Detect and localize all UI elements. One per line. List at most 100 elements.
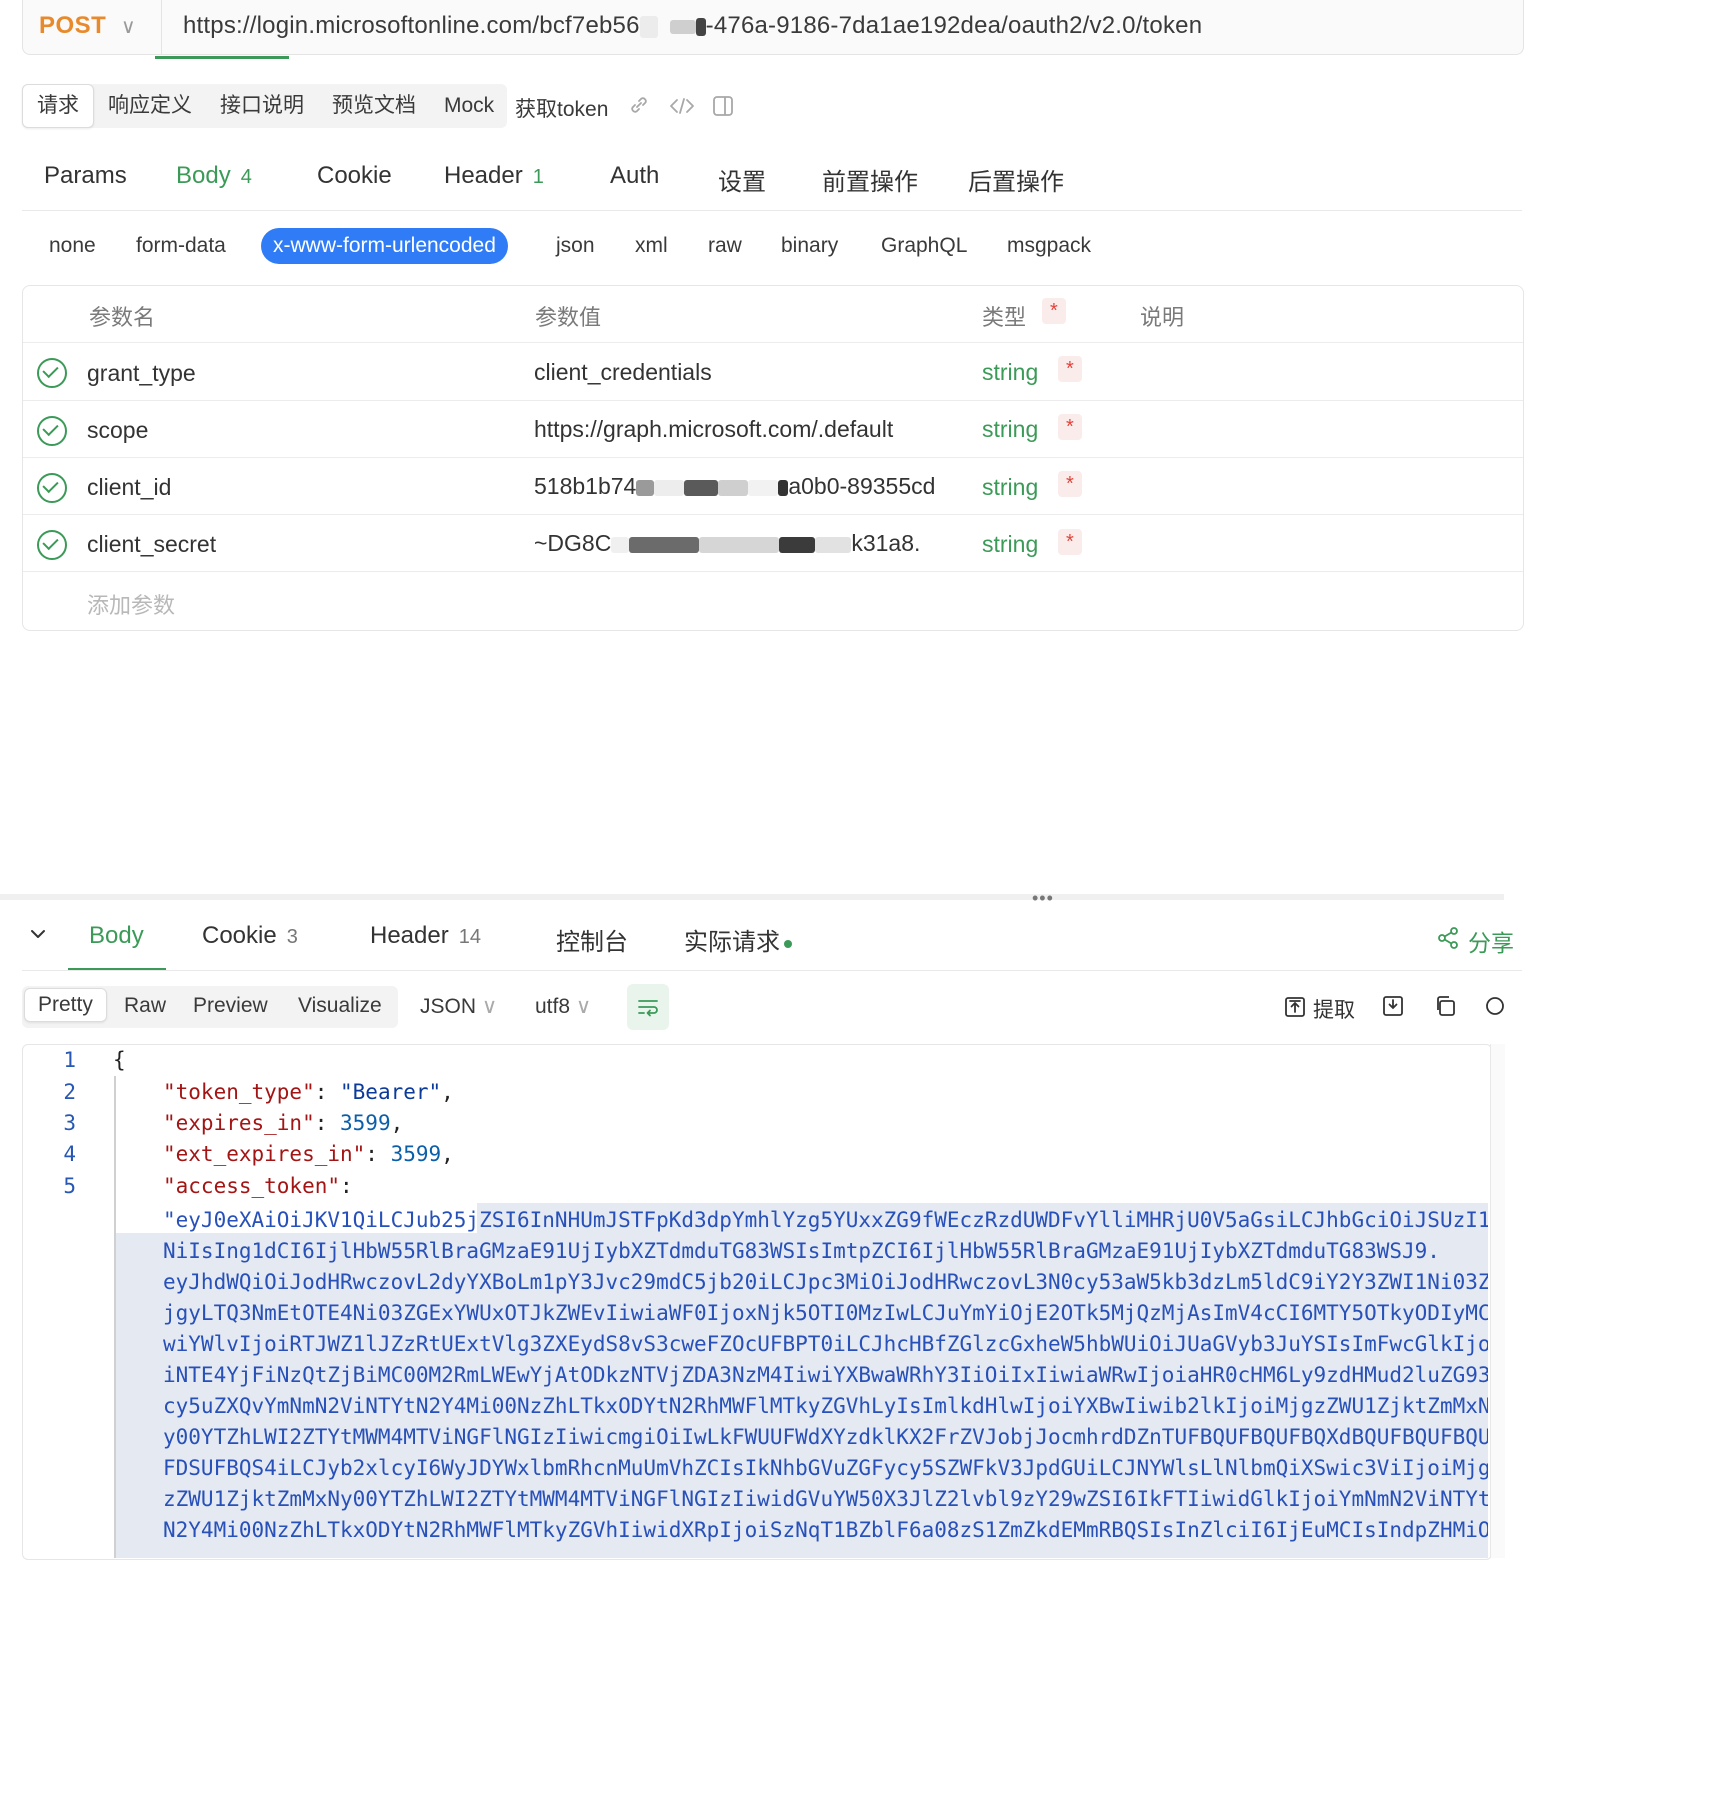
column-header-value: 参数值 [535,305,602,330]
body-type-urlencoded[interactable]: x-www-form-urlencoded [261,228,508,264]
body-type-binary[interactable]: binary [781,234,838,258]
value-suffix: k31a8. [851,530,921,556]
param-type[interactable]: string [982,359,1038,386]
response-tab-console[interactable]: 控制台 [556,922,628,957]
response-tab-actual-request[interactable]: 实际请求 [684,922,792,957]
tab-params[interactable]: Params [44,162,127,190]
param-value[interactable]: client_credentials [534,359,712,386]
tab-auth[interactable]: Auth [610,162,659,190]
param-name[interactable]: grant_type [87,360,196,387]
format-select[interactable]: JSON ∨ [420,994,497,1019]
tab-body[interactable]: Body 4 [176,162,252,190]
line-number: 4 [63,1142,76,1166]
line-number: 1 [63,1048,76,1072]
tab-header[interactable]: Header 1 [444,162,544,190]
save-response-icon[interactable] [1381,994,1405,1023]
encoding-select[interactable]: utf8 ∨ [535,994,591,1019]
body-type-graphql[interactable]: GraphQL [881,234,967,258]
link-icon[interactable] [628,94,650,122]
param-value[interactable]: https://graph.microsoft.com/.default [534,416,893,443]
body-type-raw[interactable]: raw [708,234,742,258]
api-name[interactable]: 获取token [515,93,608,123]
redacted-block [699,536,780,553]
redacted-block [779,536,816,553]
required-toggle[interactable]: * [1058,471,1082,497]
code-icon[interactable] [669,95,695,123]
tab-api-docs[interactable]: 接口说明 [206,85,318,127]
row-divider [23,514,1523,515]
drag-handle-icon[interactable]: ••• [1032,888,1054,909]
body-type-msgpack[interactable]: msgpack [1007,234,1091,258]
token-line: zZWU1ZjktZmMxNy00YTZhLWI2ZTYtMWM4MTViNGF… [163,1487,1488,1511]
redacted-block [778,479,789,496]
row-divider [23,400,1523,401]
token-line: NiIsIng1dCI6IjlHbW55RlBraGMzaE91UjIybXZT… [163,1239,1440,1263]
code-line: { [113,1048,126,1072]
param-value[interactable]: 518b1b74 a0b0-89355cd [534,473,964,500]
vertical-scrollbar[interactable] [1490,1044,1505,1558]
tab-response-definition[interactable]: 响应定义 [94,85,206,127]
body-type-form-data[interactable]: form-data [136,234,226,258]
body-type-none[interactable]: none [49,234,96,258]
extract-icon[interactable] [1284,996,1306,1023]
body-type-xml[interactable]: xml [635,234,668,258]
share-icon[interactable] [1436,926,1460,955]
search-icon[interactable] [1484,996,1504,1023]
token-line: cy5uZXQvYmNmN2ViNTYtN2Y4Mi00NzZhLTkxODYt… [163,1394,1488,1418]
collapse-chevron-icon[interactable] [28,924,48,949]
method-select[interactable]: POST [39,12,106,40]
add-param-input[interactable]: 添加参数 [87,588,175,620]
tab-pre-processors[interactable]: 前置操作 [822,162,918,197]
response-tab-header[interactable]: Header 14 [370,922,481,950]
param-name[interactable]: client_secret [87,531,216,558]
access-token-value[interactable]: "eyJ0eXAiOiJKV1QiLCJub25jZSI6InNHUmJSTFp… [163,1205,1488,1558]
tab-settings[interactable]: 设置 [718,162,766,197]
enabled-checkbox[interactable] [37,473,67,503]
tab-cookie[interactable]: Cookie [317,162,392,190]
param-type[interactable]: string [982,416,1038,443]
url-input[interactable]: https://login.microsoftonline.com/bcf7eb… [183,12,1202,40]
token-line: jgyLTQ3NmEtOTE4Ni03ZGExYWUxOTJkZWEvIiwia… [163,1301,1488,1325]
row-divider [23,342,1523,343]
format-visualize[interactable]: Visualize [298,994,382,1018]
count-badge: 4 [240,166,252,188]
required-header-mark: * [1042,298,1066,324]
panel-splitter[interactable] [0,894,1504,900]
required-toggle[interactable]: * [1058,356,1082,382]
response-tab-body[interactable]: Body [89,922,144,950]
tab-post-processors[interactable]: 后置操作 [968,162,1064,197]
panel-toggle-icon[interactable] [712,95,734,123]
param-name[interactable]: client_id [87,474,171,501]
tab-request[interactable]: 请求 [22,84,94,128]
required-toggle[interactable]: * [1058,414,1082,440]
word-wrap-button[interactable] [627,984,669,1030]
chevron-down-icon: ∨ [481,995,498,1018]
value-suffix: a0b0-89355cd [788,473,936,499]
format-pretty[interactable]: Pretty [24,988,107,1022]
share-button[interactable]: 分享 [1468,924,1514,958]
token-line: "eyJ0eXAiOiJKV1QiLCJub25jZSI6InNHUmJSTFp… [163,1208,1488,1232]
param-type[interactable]: string [982,474,1038,501]
count-badge: 3 [286,926,298,948]
active-tab-indicator [155,56,289,59]
required-toggle[interactable]: * [1058,529,1082,555]
enabled-checkbox[interactable] [37,530,67,560]
param-name[interactable]: scope [87,417,148,444]
tab-mock[interactable]: Mock [430,85,508,127]
enabled-checkbox[interactable] [37,358,67,388]
extract-button[interactable]: 提取 [1313,994,1355,1024]
tab-preview-docs[interactable]: 预览文档 [318,85,430,127]
format-preview[interactable]: Preview [193,994,268,1018]
column-header-description: 说明 [1140,305,1185,330]
chevron-down-icon[interactable]: ∨ [121,14,136,39]
format-raw[interactable]: Raw [124,994,166,1018]
token-line: eyJhdWQiOiJodHRwczovL2dyYXBoLm1pY3Jvc29m… [163,1270,1488,1294]
param-value[interactable]: ~DG8C k31a8. [534,530,964,557]
redacted-block [654,479,685,496]
body-type-json[interactable]: json [556,234,595,258]
enabled-checkbox[interactable] [37,416,67,446]
response-tab-cookie[interactable]: Cookie 3 [202,922,298,950]
tab-label: Body [176,162,231,189]
param-type[interactable]: string [982,531,1038,558]
copy-icon[interactable] [1434,995,1456,1022]
